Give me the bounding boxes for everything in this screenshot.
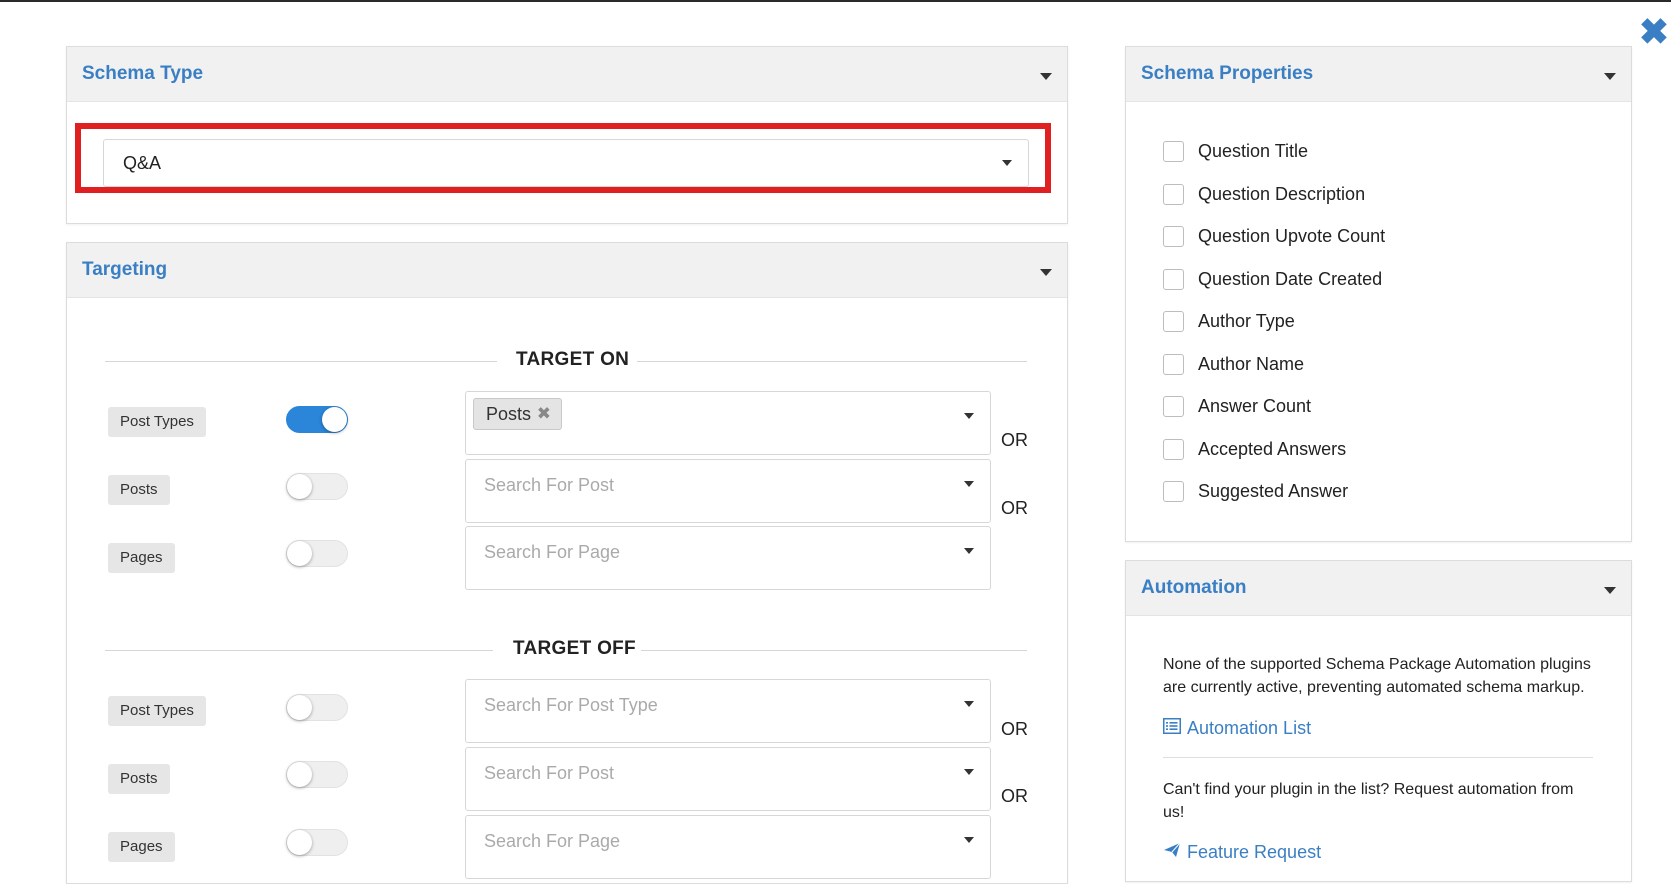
chevron-down-icon[interactable] (964, 481, 974, 487)
target-on-pages-label: Pages (108, 543, 175, 573)
checkbox[interactable] (1163, 269, 1184, 290)
target-on-pages-toggle[interactable] (286, 540, 348, 567)
toggle-knob (322, 407, 347, 432)
toggle-knob (287, 762, 312, 787)
checkbox[interactable] (1163, 184, 1184, 205)
chevron-down-icon[interactable] (1040, 269, 1052, 276)
chip-label: Posts (486, 404, 532, 424)
close-icon[interactable]: ✖ (1638, 14, 1670, 50)
divider (641, 650, 1027, 651)
targeting-title: Targeting (82, 259, 168, 280)
automation-message: None of the supported Schema Package Aut… (1163, 656, 1591, 696)
search-placeholder: Search For Page (484, 542, 621, 562)
checkbox[interactable] (1163, 354, 1184, 375)
target-on-pages-search[interactable]: Search For Page (465, 526, 991, 590)
remove-chip-icon[interactable]: ✖ (537, 399, 551, 429)
automation-list-link[interactable]: Automation List (1163, 718, 1311, 739)
target-on-heading: TARGET ON (516, 349, 630, 370)
divider (637, 361, 1027, 362)
list-icon (1163, 718, 1181, 739)
search-placeholder: Search For Post Type (484, 695, 658, 715)
toggle-knob (287, 541, 312, 566)
property-label: Author Name (1198, 354, 1305, 374)
property-label: Suggested Answer (1198, 481, 1349, 501)
schema-type-select[interactable]: Q&A (103, 139, 1029, 187)
target-off-post-types-search[interactable]: Search For Post Type (465, 679, 991, 743)
property-label: Accepted Answers (1198, 439, 1347, 459)
or-label: OR (1001, 498, 1028, 518)
automation-list-label: Automation List (1187, 718, 1312, 738)
chevron-down-icon[interactable] (964, 769, 974, 775)
chevron-down-icon[interactable] (1604, 587, 1616, 594)
targeting-panel: Targeting TARGET ON Post Types Posts ✖ O… (66, 242, 1068, 884)
schema-properties-header[interactable]: Schema Properties (1126, 47, 1631, 102)
feature-request-link[interactable]: Feature Request (1163, 842, 1321, 863)
or-label: OR (1001, 786, 1028, 806)
chevron-down-icon[interactable] (964, 413, 974, 419)
target-off-posts-toggle[interactable] (286, 761, 348, 788)
checkbox[interactable] (1163, 311, 1184, 332)
target-off-pages-search[interactable]: Search For Page (465, 815, 991, 879)
target-off-post-types-label: Post Types (108, 696, 206, 726)
checkbox[interactable] (1163, 226, 1184, 247)
property-label: Question Date Created (1198, 269, 1383, 289)
schema-type-panel: Schema Type Q&A (66, 46, 1068, 224)
schema-type-title: Schema Type (82, 63, 204, 84)
target-on-post-types-label: Post Types (108, 407, 206, 437)
top-border (0, 0, 1671, 2)
chevron-down-icon[interactable] (1604, 73, 1616, 80)
chevron-down-icon[interactable] (1002, 160, 1012, 166)
checkbox[interactable] (1163, 481, 1184, 502)
automation-title: Automation (1141, 577, 1247, 598)
paper-plane-icon (1163, 842, 1181, 863)
target-on-posts-search[interactable]: Search For Post (465, 459, 991, 523)
or-label: OR (1001, 430, 1028, 450)
schema-properties-panel: Schema Properties Question Title Questio… (1125, 46, 1632, 542)
divider (105, 650, 493, 651)
schema-type-value: Q&A (123, 153, 162, 173)
property-label: Question Title (1198, 141, 1309, 161)
chevron-down-icon[interactable] (964, 837, 974, 843)
search-placeholder: Search For Post (484, 763, 615, 783)
checkbox[interactable] (1163, 439, 1184, 460)
automation-header[interactable]: Automation (1126, 561, 1631, 616)
target-off-pages-toggle[interactable] (286, 829, 348, 856)
target-on-posts-label: Posts (108, 475, 170, 505)
toggle-knob (287, 695, 312, 720)
property-label: Question Description (1198, 184, 1366, 204)
search-placeholder: Search For Page (484, 831, 621, 851)
property-label: Question Upvote Count (1198, 226, 1386, 246)
target-off-posts-label: Posts (108, 764, 170, 794)
automation-request-text: Can't find your plugin in the list? Requ… (1163, 781, 1574, 821)
target-off-heading: TARGET OFF (513, 638, 636, 659)
chevron-down-icon[interactable] (1040, 73, 1052, 80)
toggle-knob (287, 474, 312, 499)
selected-chip: Posts ✖ (473, 398, 563, 430)
checkbox[interactable] (1163, 141, 1184, 162)
target-off-posts-search[interactable]: Search For Post (465, 747, 991, 811)
targeting-header[interactable]: Targeting (67, 243, 1067, 298)
target-on-post-types-toggle[interactable] (286, 406, 348, 433)
automation-panel: Automation None of the supported Schema … (1125, 560, 1632, 882)
feature-request-label: Feature Request (1187, 842, 1322, 862)
schema-properties-title: Schema Properties (1141, 63, 1314, 84)
checkbox[interactable] (1163, 396, 1184, 417)
toggle-knob (287, 830, 312, 855)
schema-type-header[interactable]: Schema Type (67, 47, 1067, 102)
chevron-down-icon[interactable] (964, 701, 974, 707)
property-label: Author Type (1198, 311, 1295, 331)
target-off-post-types-toggle[interactable] (286, 694, 348, 721)
property-label: Answer Count (1198, 396, 1312, 416)
divider (1163, 757, 1593, 758)
target-on-posts-toggle[interactable] (286, 473, 348, 500)
divider (105, 361, 497, 362)
target-on-post-types-select[interactable]: Posts ✖ (465, 391, 991, 455)
search-placeholder: Search For Post (484, 475, 615, 495)
or-label: OR (1001, 719, 1028, 739)
chevron-down-icon[interactable] (964, 548, 974, 554)
